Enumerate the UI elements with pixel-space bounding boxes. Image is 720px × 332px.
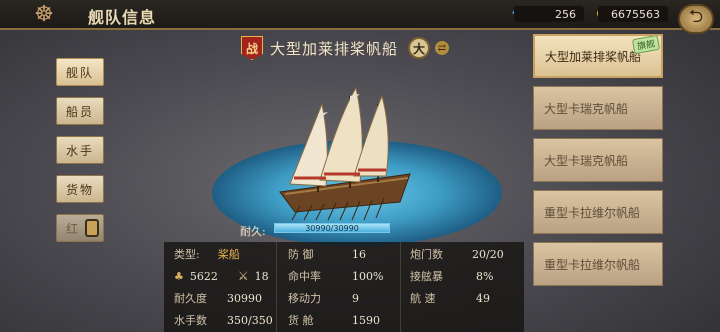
battle-badge: 战 xyxy=(241,36,263,60)
cargo-value: 1590 xyxy=(352,313,380,327)
endurance-label: 耐久度 xyxy=(174,292,207,305)
speed-row: 航 速 49 xyxy=(410,288,490,308)
crossed-swords-icon: ⚔ xyxy=(237,269,249,283)
boarding-row: 接舷暴 8% xyxy=(410,266,493,286)
defense-value: 16 xyxy=(352,247,366,261)
back-button[interactable]: ⮌ xyxy=(678,4,714,34)
cannons-value: 20/20 xyxy=(472,247,504,261)
food-value: 5622 xyxy=(189,269,218,283)
back-arrow-icon: ⮌ xyxy=(688,6,704,27)
mobility-value: 9 xyxy=(352,291,359,305)
sailors-row: 水手数 350/350 xyxy=(174,310,273,330)
fleet-ship-name: 大型加莱排桨帆船 xyxy=(545,49,642,64)
sailors-value: 350/350 xyxy=(227,313,273,327)
fleet-ship-card[interactable]: 大型卡瑞克帆船 xyxy=(533,86,663,130)
sword-value: 18 xyxy=(254,269,269,283)
tab-locked[interactable]: 红 xyxy=(56,214,104,242)
type-label: 类型: xyxy=(174,248,200,261)
fleet-ship-card[interactable]: 重型卡拉维尔帆船 xyxy=(533,242,663,286)
accuracy-row: 命中率 100% xyxy=(288,266,383,286)
durability-label: 耐久: xyxy=(240,225,266,238)
mobility-label: 移动力 xyxy=(288,292,321,305)
cargo-label: 货 舱 xyxy=(288,314,314,327)
swap-icon[interactable]: ⇄ xyxy=(435,41,449,55)
durability-text: 30990/30990 xyxy=(305,223,359,233)
endurance-value: 30990 xyxy=(227,291,262,305)
tab-label: 红 xyxy=(65,221,80,236)
lock-icon xyxy=(85,219,99,237)
defense-row: 防 御 16 xyxy=(288,244,366,264)
sailors-label: 水手数 xyxy=(174,314,207,327)
cargo-row: 货 舱 1590 xyxy=(288,310,380,330)
accuracy-label: 命中率 xyxy=(288,270,321,283)
fleet-ship-card[interactable]: 大型卡瑞克帆船 xyxy=(533,138,663,182)
fleet-ship-card[interactable]: 重型卡拉维尔帆船 xyxy=(533,190,663,234)
defense-label: 防 御 xyxy=(288,248,314,261)
accuracy-value: 100% xyxy=(352,269,384,283)
food-row: ♣ 5622 ⚔ 18 xyxy=(174,266,269,286)
tab-cargo[interactable]: 货物 xyxy=(56,175,104,203)
ship-stats-panel: 类型: 桨船 ♣ 5622 ⚔ 18 耐久度 30990 水手数 350/350… xyxy=(164,242,524,332)
tab-crew[interactable]: 船员 xyxy=(56,97,104,125)
speed-value: 49 xyxy=(476,291,490,305)
boarding-value: 8% xyxy=(476,269,494,283)
fleet-ship-card[interactable]: 大型加莱排桨帆船 旗舰 xyxy=(533,34,663,78)
tab-label: 货物 xyxy=(65,182,94,197)
column-divider xyxy=(400,242,401,332)
fleet-ship-name: 大型卡瑞克帆船 xyxy=(544,101,629,116)
ship-model xyxy=(279,86,411,221)
column-divider xyxy=(276,242,277,332)
type-row: 类型: 桨船 xyxy=(174,244,240,264)
food-icon: ♣ xyxy=(174,269,184,283)
fleet-ship-name: 大型卡瑞克帆船 xyxy=(544,153,629,168)
cannons-row: 炮门数 20/20 xyxy=(410,244,504,264)
tab-fleet[interactable]: 舰队 xyxy=(56,58,104,86)
type-value: 桨船 xyxy=(217,248,240,261)
boarding-label: 接舷暴 xyxy=(410,270,443,283)
speed-label: 航 速 xyxy=(410,292,436,305)
flagship-badge: 旗舰 xyxy=(631,36,661,55)
side-tabs: 舰队 船员 水手 货物 红 xyxy=(56,58,104,253)
page-title: 舰队信息 xyxy=(88,8,157,27)
ship-wheel-icon[interactable]: ☸ xyxy=(24,0,64,28)
endurance-row: 耐久度 30990 xyxy=(174,288,262,308)
tab-sailors[interactable]: 水手 xyxy=(56,136,104,164)
cannons-label: 炮门数 xyxy=(410,248,443,261)
gem-count: 256 xyxy=(514,6,584,22)
ship-name: 大型加莱排桨帆船 xyxy=(270,40,399,58)
tab-label: 船员 xyxy=(65,104,94,119)
fleet-ship-name: 重型卡拉维尔帆船 xyxy=(544,257,641,272)
mobility-row: 移动力 9 xyxy=(288,288,359,308)
fleet-list: 大型加莱排桨帆船 旗舰 大型卡瑞克帆船 大型卡瑞克帆船 重型卡拉维尔帆船 重型卡… xyxy=(533,34,663,294)
gold-count: 6675563 xyxy=(598,6,668,22)
tab-label: 舰队 xyxy=(65,65,94,80)
fleet-ship-name: 重型卡拉维尔帆船 xyxy=(544,205,641,220)
size-badge: 大 xyxy=(408,37,430,59)
top-bar: ☸ 舰队信息 ◆ 256 6675563 xyxy=(0,0,720,30)
tab-label: 水手 xyxy=(65,143,94,158)
